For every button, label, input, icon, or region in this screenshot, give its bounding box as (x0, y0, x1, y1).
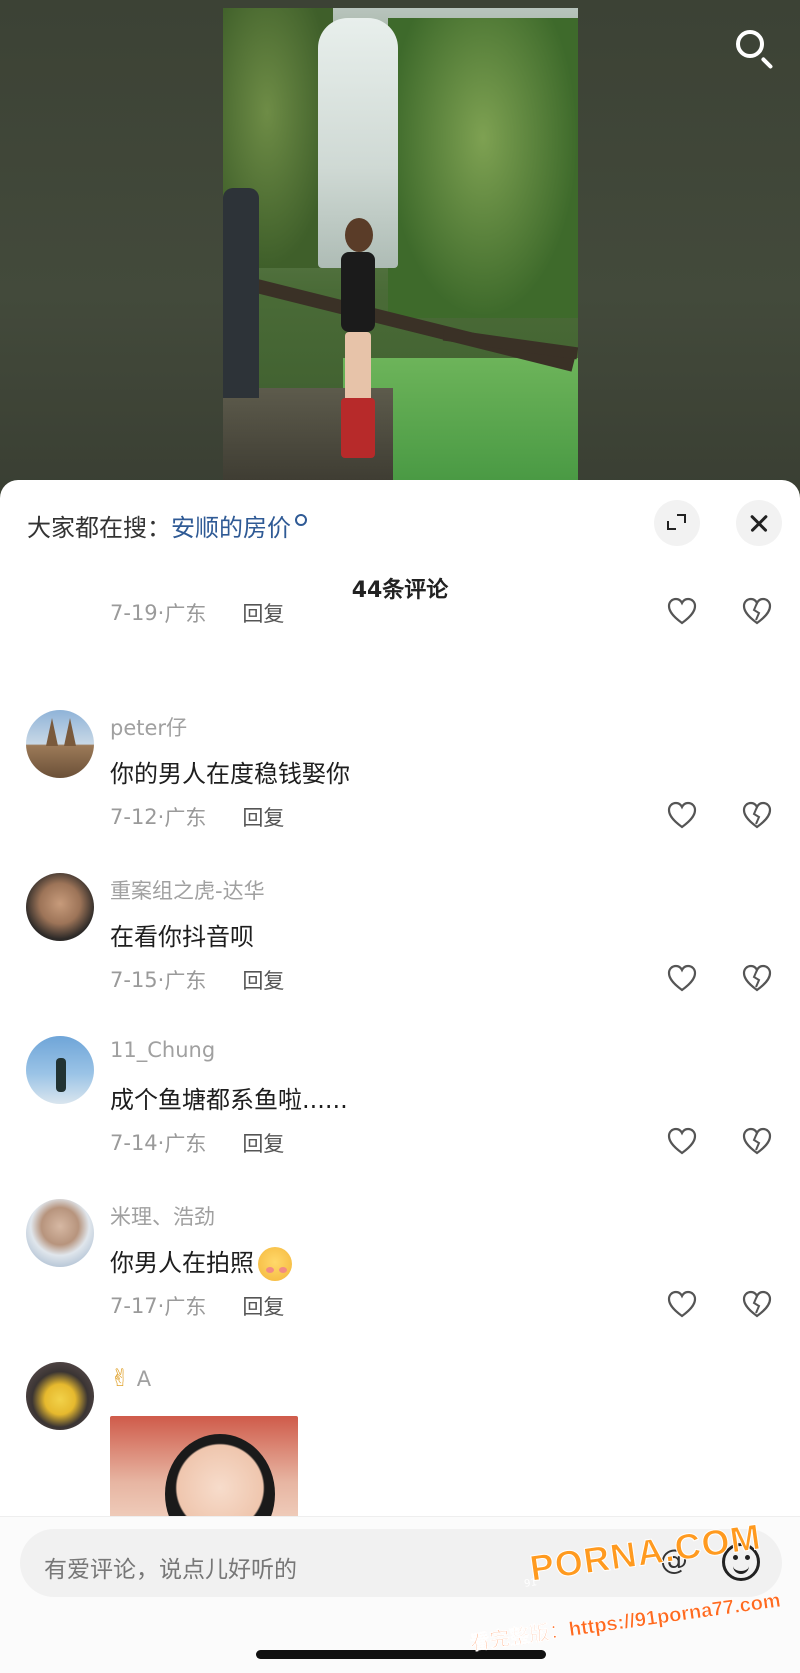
reply-button[interactable]: 回复 (242, 802, 284, 832)
video-background[interactable] (0, 0, 800, 490)
search-icon[interactable] (732, 26, 776, 70)
comment-date: 7-19 (110, 601, 158, 625)
comment-sheet: 大家都在搜： 安顺的房价 44条评论 7-19 · 广东 回复 peter仔 你的男… (0, 480, 800, 1673)
video-trees-right (388, 18, 578, 318)
watermark-url: 看完整版：https://91porna77.com (468, 1589, 782, 1655)
avatar[interactable] (26, 1036, 94, 1104)
trending-search-link[interactable]: 安顺的房价 (171, 508, 291, 543)
video-frame[interactable] (223, 8, 578, 480)
reply-button[interactable]: 回复 (242, 1128, 284, 1158)
comment-location: 广东 (164, 1132, 207, 1156)
broken-heart-icon[interactable] (741, 800, 773, 832)
comment-location: 广东 (164, 969, 207, 993)
comment-meta: 7-17 · 广东 回复 (110, 1291, 284, 1321)
comment-date: 7-14 (110, 1131, 158, 1155)
watermark-small: 91 (523, 1577, 538, 1590)
heart-icon[interactable] (666, 800, 698, 832)
avatar[interactable] (26, 873, 94, 941)
comment-text: 你男人在拍照 (110, 1243, 292, 1281)
comment-location: 广东 (164, 1295, 207, 1319)
heart-icon[interactable] (666, 1126, 698, 1158)
reply-button[interactable]: 回复 (242, 965, 284, 995)
comment-date: 7-12 (110, 805, 158, 829)
comment-date: 7-17 (110, 1294, 158, 1318)
comment-input-placeholder: 有爱评论，说点儿好听的 (44, 1557, 297, 1583)
comment-username[interactable]: 米理、浩劲 (110, 1201, 215, 1231)
broken-heart-icon[interactable] (741, 963, 773, 995)
comment-username[interactable]: ✌ A (110, 1364, 151, 1392)
comment-username[interactable]: peter仔 (110, 712, 187, 742)
trending-search-prefix: 大家都在搜： (27, 514, 171, 542)
heart-icon[interactable] (666, 1289, 698, 1321)
video-bystander (223, 188, 259, 398)
avatar[interactable] (26, 710, 94, 778)
avatar[interactable] (26, 1362, 94, 1430)
reply-button[interactable]: 回复 (242, 1291, 284, 1321)
comment-date: 7-15 (110, 968, 158, 992)
broken-heart-icon[interactable] (741, 1289, 773, 1321)
victory-hand-icon: ✌ (110, 1364, 131, 1392)
broken-heart-icon[interactable] (741, 596, 773, 628)
comment-location: 广东 (164, 602, 207, 626)
comment-location: 广东 (164, 806, 207, 830)
expand-icon (667, 521, 676, 530)
comment-meta: 7-12 · 广东 回复 (110, 802, 284, 832)
comment-meta: 7-15 · 广东 回复 (110, 965, 284, 995)
close-button[interactable] (736, 500, 782, 546)
comment-text: 你的男人在度稳钱娶你 (110, 760, 350, 788)
expand-button[interactable] (654, 500, 700, 546)
small-search-icon (295, 513, 307, 526)
comment-text: 成个鱼塘都系鱼啦...... (110, 1086, 348, 1114)
heart-icon[interactable] (666, 596, 698, 628)
comment-meta: 7-19 · 广东 回复 (110, 598, 284, 628)
comment-username[interactable]: 11_Chung (110, 1038, 215, 1062)
heart-icon[interactable] (666, 963, 698, 995)
video-person (333, 218, 383, 478)
reply-button[interactable]: 回复 (242, 598, 284, 628)
comment-username[interactable]: 重案组之虎-达华 (110, 875, 265, 905)
comment-meta: 7-14 · 广东 回复 (110, 1128, 284, 1158)
avatar[interactable] (26, 1199, 94, 1267)
trending-search[interactable]: 大家都在搜： 安顺的房价 (27, 508, 307, 543)
broken-heart-icon[interactable] (741, 1126, 773, 1158)
blushing-emoji-icon (258, 1247, 292, 1281)
comment-text: 在看你抖音呗 (110, 923, 254, 951)
